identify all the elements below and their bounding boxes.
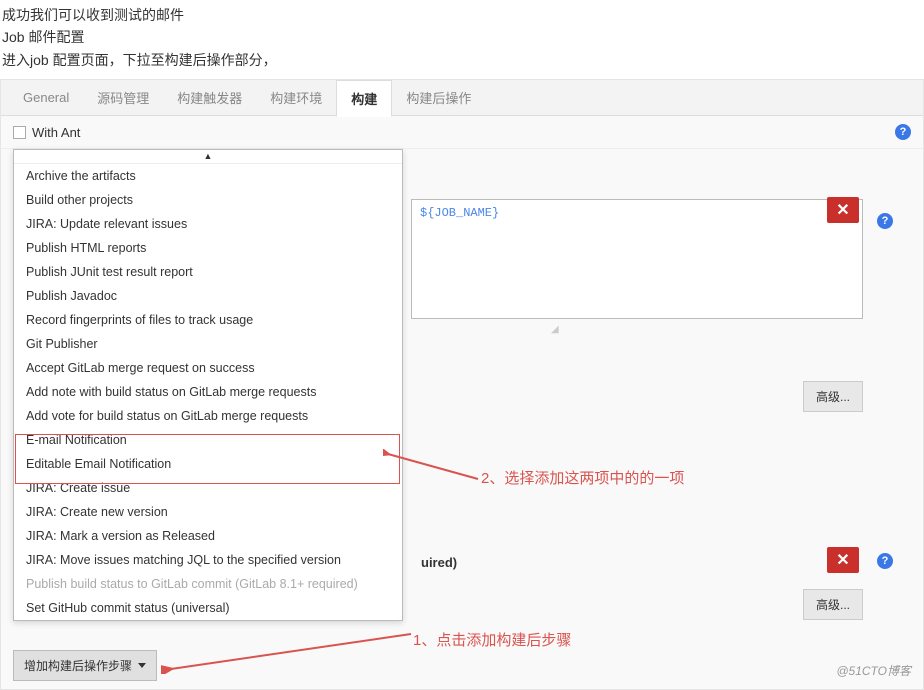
dropdown-item-4[interactable]: Publish JUnit test result report — [14, 260, 402, 284]
dropdown-item-18[interactable]: Set GitHub commit status (universal) — [14, 596, 402, 620]
dropdown-item-16[interactable]: JIRA: Move issues matching JQL to the sp… — [14, 548, 402, 572]
subject-textarea[interactable]: ${JOB_NAME} — [411, 199, 863, 319]
content-body: ▲ Archive the artifactsBuild other proje… — [1, 149, 923, 689]
caret-down-icon — [138, 663, 146, 668]
dropdown-item-3[interactable]: Publish HTML reports — [14, 236, 402, 260]
dropdown-item-8[interactable]: Accept GitLab merge request on success — [14, 356, 402, 380]
help-icon-3[interactable] — [877, 553, 893, 569]
arrow-1 — [161, 624, 421, 674]
dropdown-item-6[interactable]: Record fingerprints of files to track us… — [14, 308, 402, 332]
with-ant-row: With Ant — [1, 116, 923, 149]
tab-post-build[interactable]: 构建后操作 — [392, 80, 485, 115]
dropdown-item-1[interactable]: Build other projects — [14, 188, 402, 212]
dropdown-item-2[interactable]: JIRA: Update relevant issues — [14, 212, 402, 236]
dropdown-item-7[interactable]: Git Publisher — [14, 332, 402, 356]
config-tab-bar: General 源码管理 构建触发器 构建环境 构建 构建后操作 — [1, 80, 923, 116]
annotation-2: 2、选择添加这两项中的的一项 — [481, 467, 684, 488]
dropdown-item-9[interactable]: Add note with build status on GitLab mer… — [14, 380, 402, 404]
add-step-label: 增加构建后操作步骤 — [24, 657, 132, 674]
post-build-dropdown: ▲ Archive the artifactsBuild other proje… — [13, 149, 403, 621]
intro-text: 成功我们可以收到测试的邮件 Job 邮件配置 进入job 配置页面，下拉至构建后… — [0, 0, 924, 75]
with-ant-checkbox[interactable] — [13, 126, 26, 139]
dropdown-item-15[interactable]: JIRA: Mark a version as Released — [14, 524, 402, 548]
dropdown-item-17: Publish build status to GitLab commit (G… — [14, 572, 402, 596]
annotation-1: 1、点击添加构建后步骤 — [413, 629, 571, 650]
advanced-button-1[interactable]: 高级... — [803, 381, 863, 412]
dropdown-item-14[interactable]: JIRA: Create new version — [14, 500, 402, 524]
required-label: uired) — [421, 555, 457, 570]
watermark: @51CTO博客 — [836, 662, 911, 679]
tab-env[interactable]: 构建环境 — [256, 80, 336, 115]
resize-handle-icon[interactable]: ◢ — [551, 324, 559, 335]
intro-line1: 成功我们可以收到测试的邮件 — [2, 4, 922, 26]
dropdown-item-10[interactable]: Add vote for build status on GitLab merg… — [14, 404, 402, 428]
intro-line3: 进入job 配置页面，下拉至构建后操作部分， — [2, 49, 922, 71]
help-icon[interactable] — [895, 124, 911, 140]
dropdown-item-0[interactable]: Archive the artifacts — [14, 164, 402, 188]
delete-button-2[interactable] — [827, 547, 859, 573]
dropdown-item-12[interactable]: Editable Email Notification — [14, 452, 402, 476]
delete-button-1[interactable] — [827, 197, 859, 223]
jenkins-config-area: General 源码管理 构建触发器 构建环境 构建 构建后操作 With An… — [0, 79, 924, 690]
add-post-build-step-button[interactable]: 增加构建后操作步骤 — [13, 650, 157, 681]
help-icon-2[interactable] — [877, 213, 893, 229]
advanced-button-2[interactable]: 高级... — [803, 589, 863, 620]
tab-triggers[interactable]: 构建触发器 — [163, 80, 256, 115]
intro-line2: Job 邮件配置 — [2, 26, 922, 48]
tab-general[interactable]: General — [9, 82, 83, 113]
scroll-up-icon[interactable]: ▲ — [14, 150, 402, 164]
dropdown-item-5[interactable]: Publish Javadoc — [14, 284, 402, 308]
dropdown-item-13[interactable]: JIRA: Create issue — [14, 476, 402, 500]
tab-build[interactable]: 构建 — [336, 80, 392, 117]
tab-scm[interactable]: 源码管理 — [83, 80, 163, 115]
dropdown-item-11[interactable]: E-mail Notification — [14, 428, 402, 452]
with-ant-label: With Ant — [32, 125, 80, 140]
textarea-value: ${JOB_NAME} — [420, 206, 499, 220]
